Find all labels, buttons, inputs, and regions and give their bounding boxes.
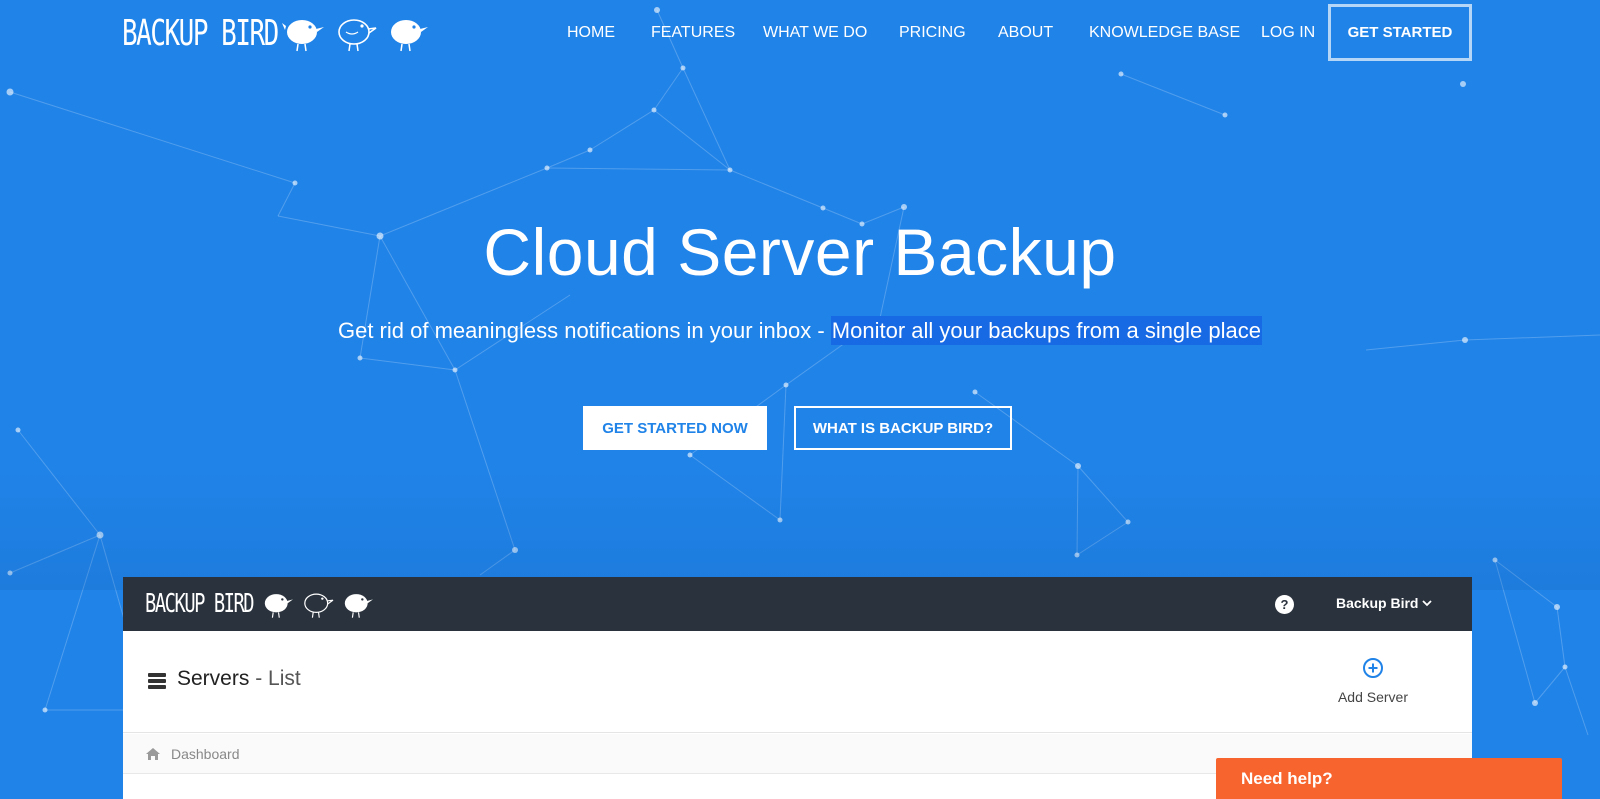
home-icon — [146, 747, 160, 760]
add-server-button[interactable]: Add Server — [1333, 657, 1413, 705]
hero-title: Cloud Server Backup — [483, 215, 1117, 289]
bird-outline-icon — [338, 19, 377, 52]
top-navigation: BACKUP BIRD HOME FEATURES WHAT WE DO PRI… — [0, 0, 1600, 66]
brand-logo[interactable]: BACKUP BIRD — [122, 14, 302, 54]
user-menu-label: Backup Bird — [1336, 595, 1419, 611]
chevron-down-icon — [1422, 600, 1433, 607]
page-title-sub: - List — [249, 667, 301, 690]
nav-about[interactable]: ABOUT — [998, 24, 1053, 42]
plus-circle-icon — [1363, 658, 1383, 678]
need-help-chat-button[interactable]: Need help? — [1216, 758, 1562, 799]
get-started-now-button[interactable]: GET STARTED NOW — [583, 406, 767, 450]
brand-birds — [280, 12, 430, 54]
bird-icon — [344, 594, 373, 618]
breadcrumb-dashboard[interactable]: Dashboard — [171, 746, 240, 762]
servers-stack-icon — [148, 673, 166, 689]
hero-subtitle: Get rid of meaningless notifications in … — [0, 316, 1600, 345]
bird-icon — [391, 20, 428, 52]
nav-what-we-do[interactable]: WHAT WE DO — [763, 24, 867, 42]
app-brand-birds — [259, 588, 375, 620]
page-title-main: Servers — [177, 667, 250, 690]
app-brand-logo[interactable]: BACKUP BIRD — [145, 588, 255, 620]
get-started-button[interactable]: GET STARTED — [1328, 4, 1472, 61]
nav-home[interactable]: HOME — [567, 24, 615, 42]
page-header: Servers - List Add Server — [123, 631, 1472, 733]
app-top-bar: BACKUP BIRD ? Backup Bird — [123, 577, 1472, 631]
user-menu-dropdown[interactable]: Backup Bird — [1336, 595, 1433, 611]
hero-bottom-shade — [0, 470, 1600, 590]
nav-features[interactable]: FEATURES — [651, 24, 735, 42]
what-is-backup-bird-button[interactable]: WHAT IS BACKUP BIRD? — [794, 406, 1012, 450]
question-circle-icon[interactable]: ? — [1275, 595, 1294, 614]
bird-icon — [282, 20, 324, 52]
brand-logo-text: BACKUP BIRD — [122, 13, 279, 54]
page-title: Servers - List — [177, 667, 301, 691]
bird-outline-icon — [304, 593, 334, 618]
nav-log-in[interactable]: LOG IN — [1261, 24, 1315, 42]
nav-knowledge-base[interactable]: KNOWLEDGE BASE — [1089, 24, 1240, 42]
add-server-label: Add Server — [1337, 689, 1409, 705]
hero-subtitle-text: Get rid of meaningless notifications in … — [337, 318, 831, 343]
bird-icon — [264, 594, 293, 618]
hero-subtitle-highlight: Monitor all your backups from a single p… — [830, 316, 1263, 345]
nav-pricing[interactable]: PRICING — [899, 24, 966, 42]
